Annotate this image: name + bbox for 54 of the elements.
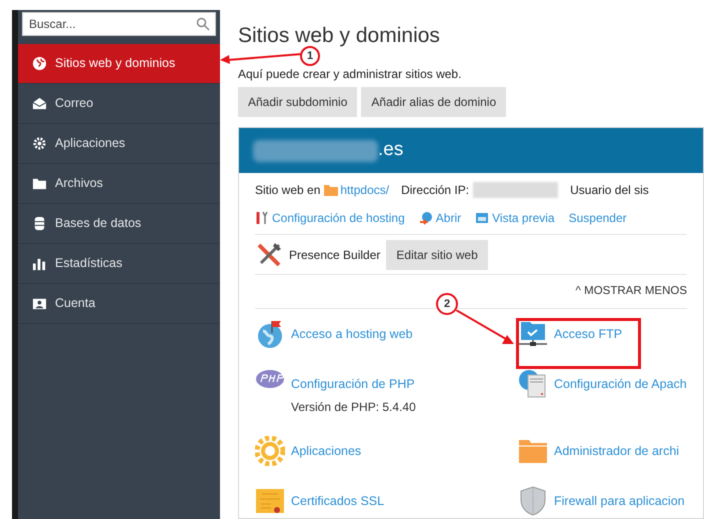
search-field[interactable]: Buscar... (22, 12, 216, 36)
sidebar-item[interactable]: Aplicaciones (18, 124, 220, 164)
tool-link[interactable]: Firewall para aplicacion (554, 492, 685, 510)
globe-flag-icon (255, 319, 285, 349)
envelope-icon (32, 96, 47, 111)
action-link[interactable]: Suspender (568, 208, 627, 226)
server-globe-icon (518, 369, 548, 399)
annotation-marker: 2 (436, 293, 458, 315)
action-link[interactable]: Configuración de hosting (272, 208, 405, 226)
gear-icon (255, 436, 285, 466)
folder-icon (32, 176, 47, 191)
show-less-toggle[interactable]: ^ MOSTRAR MENOS (576, 282, 687, 300)
tool-link[interactable]: Administrador de archi (554, 442, 680, 460)
annotation-marker: 1 (300, 46, 320, 66)
hammer-pencil-icon (255, 240, 283, 268)
tools-icon (255, 210, 269, 224)
window-icon (475, 210, 490, 224)
action-link[interactable]: Abrir (436, 208, 462, 226)
ip-label: Dirección IP: (401, 182, 470, 199)
builder-label: Presence Builder (289, 246, 380, 264)
page-title: Sitios web y dominios (238, 26, 440, 46)
search-icon (196, 17, 210, 31)
gear-icon (32, 136, 47, 151)
edit-site-button[interactable]: Editar sitio web (386, 240, 488, 270)
sidebar-item[interactable]: Estadísticas (18, 244, 220, 284)
tool-link[interactable]: Configuración de PHP (291, 375, 416, 394)
php-version: Versión de PHP: 5.4.40 (291, 398, 416, 416)
tool-link[interactable]: Certificados SSL (291, 492, 384, 510)
bar-chart-icon (32, 256, 47, 271)
tool-link[interactable]: Configuración de Apach (554, 375, 687, 394)
sidebar-item[interactable]: Cuenta (18, 284, 220, 324)
folder-link[interactable]: httpdocs/ (340, 181, 390, 199)
domain-name: .es (378, 138, 404, 162)
folder-icon (324, 184, 338, 196)
action-link[interactable]: Vista previa (492, 208, 555, 226)
toolbar-button[interactable]: Añadir alias de dominio (361, 87, 506, 117)
site-label: Sitio web en (255, 182, 320, 199)
shield-icon (518, 486, 548, 516)
database-icon (32, 216, 47, 231)
sidebar-item[interactable]: Correo (18, 84, 220, 124)
network-folder-icon (518, 319, 548, 349)
user-label: Usuario del sis (570, 182, 649, 199)
tool-link[interactable]: Acceso a hosting web (291, 325, 413, 344)
page-description: Aquí puede crear y administrar sitios web. (238, 67, 462, 81)
sidebar-item[interactable]: Archivos (18, 164, 220, 204)
sidebar-item[interactable]: Sitios web y dominios (18, 44, 220, 84)
id-card-icon (32, 296, 47, 311)
tool-link[interactable]: Aplicaciones (291, 442, 362, 460)
globe-icon (32, 56, 47, 71)
tool-link[interactable]: Acceso FTP (554, 325, 622, 344)
php-icon (255, 369, 285, 389)
sidebar-item[interactable]: Bases de datos (18, 204, 220, 244)
toolbar-button[interactable]: Añadir subdominio (238, 87, 358, 117)
annotation-arrow (456, 310, 516, 346)
